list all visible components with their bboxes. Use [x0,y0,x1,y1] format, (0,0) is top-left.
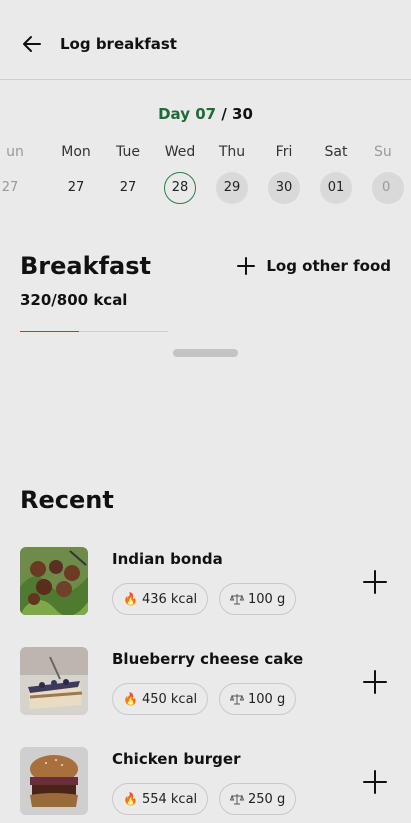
day-date: 28 [164,172,196,204]
add-food-icon[interactable] [362,569,388,595]
day-counter-current: Day 07 [158,105,217,123]
fire-icon: 🔥 [123,592,138,606]
day-date: 01 [320,172,352,204]
fire-icon: 🔥 [123,692,138,706]
add-food-icon[interactable] [362,669,388,695]
kcal-chip: 🔥 554 kcal [112,783,209,815]
log-other-food-label: Log other food [266,257,391,275]
recent-food-item[interactable]: Indian bonda 🔥 436 kcal 100 g [0,547,411,617]
food-name: Chicken burger [112,750,241,768]
day-item[interactable]: Su 0 [370,138,411,204]
day-item[interactable]: Tue 27 [102,138,154,204]
kcal-progress-bar [20,331,168,332]
day-name: Su [374,144,392,160]
day-item[interactable]: Sat 01 [310,138,362,204]
day-counter-separator: / [216,105,233,123]
day-date: 0 [372,172,404,204]
scale-icon [230,694,244,705]
scale-icon [230,794,244,805]
kcal-chip: 🔥 436 kcal [112,583,209,615]
day-date: 29 [216,172,248,204]
day-counter: Day 07 / 30 [0,105,411,123]
weight-value: 100 g [248,691,286,707]
food-image [20,647,88,715]
meal-title: Breakfast [20,252,151,280]
day-name: Thu [218,144,246,160]
kcal-chip: 🔥 450 kcal [112,683,209,715]
sheet-drag-handle[interactable] [173,349,238,357]
day-item-selected[interactable]: Wed 28 [154,138,206,204]
day-item[interactable]: Fri 30 [258,138,310,204]
weight-value: 100 g [248,591,286,607]
day-name: Fri [275,144,293,160]
day-item[interactable]: un 27 [0,138,52,204]
kcal-value: 450 kcal [141,691,198,707]
food-image [20,547,88,615]
day-item[interactable]: Thu 29 [206,138,258,204]
day-name: Sat [324,144,348,160]
weight-chip: 100 g [219,683,297,715]
food-image [20,747,88,815]
weight-chip: 100 g [219,583,297,615]
food-name: Indian bonda [112,550,223,568]
recent-food-item[interactable]: Blueberry cheese cake 🔥 450 kcal 100 g [0,647,411,717]
day-counter-total: 30 [232,105,253,123]
plus-icon [237,257,256,275]
day-date: 30 [268,172,300,204]
day-name: Mon [61,144,91,160]
fire-icon: 🔥 [123,792,138,806]
day-item[interactable]: Mon 27 [50,138,102,204]
day-date: 27 [119,180,137,195]
top-app-bar: Log breakfast [0,0,411,80]
day-name: un [6,144,24,160]
day-name: Wed [164,144,196,160]
kcal-value: 554 kcal [141,791,198,807]
recent-section-title: Recent [20,486,114,514]
food-name: Blueberry cheese cake [112,650,304,668]
kcal-progress-fill [20,331,80,332]
weight-chip: 250 g [219,783,297,815]
week-day-selector: un 27 Mon 27 Tue 27 Wed 28 Thu 29 Fri 30… [0,138,411,210]
kcal-value: 436 kcal [141,591,198,607]
kcal-summary: 320/800 kcal [20,291,128,309]
log-other-food-button[interactable]: Log other food [236,256,391,276]
day-name: Tue [116,144,140,160]
scale-icon [230,594,244,605]
back-arrow-icon[interactable] [20,32,44,56]
weight-value: 250 g [248,791,286,807]
recent-food-item[interactable]: Chicken burger 🔥 554 kcal 250 g [0,747,411,817]
day-date: 27 [67,180,85,195]
page-title: Log breakfast [60,35,177,53]
add-food-icon[interactable] [362,769,388,795]
day-date: 27 [1,180,19,195]
